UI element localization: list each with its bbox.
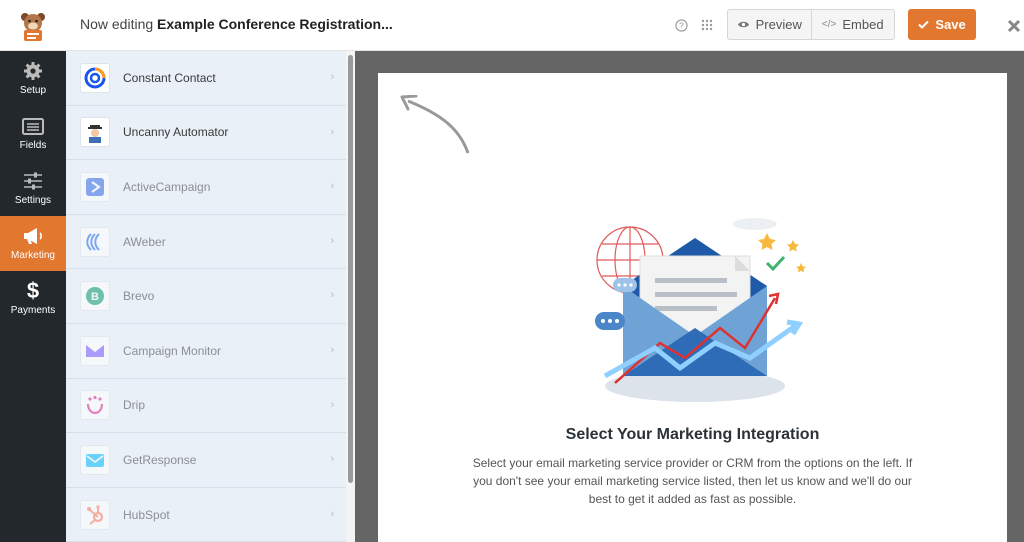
- provider-label: GetResponse: [123, 452, 197, 467]
- provider-item[interactable]: Drip ›: [66, 379, 346, 434]
- nav-fields-label: Fields: [19, 140, 47, 151]
- eye-icon: [737, 17, 750, 32]
- constant-contact-icon: [80, 62, 110, 93]
- nav-setup[interactable]: Setup: [0, 51, 66, 106]
- provider-item[interactable]: ActiveCampaign ›: [66, 160, 346, 215]
- preview-embed-group: Preview </> Embed: [727, 9, 895, 40]
- nav-setup-label: Setup: [19, 85, 47, 96]
- provider-item[interactable]: Constant Contact ›: [66, 51, 346, 106]
- svg-text:?: ?: [679, 20, 684, 30]
- integration-title: Select Your Marketing Integration: [565, 426, 820, 443]
- sliders-icon: [23, 171, 43, 191]
- marketing-illustration: [575, 208, 815, 413]
- main-canvas: Select Your Marketing Integration Select…: [355, 51, 1024, 542]
- provider-item[interactable]: Campaign Monitor ›: [66, 324, 346, 379]
- chevron-right-icon: ›: [330, 125, 334, 138]
- editing-title: Now editing Example Conference Registrat…: [80, 16, 393, 32]
- provider-label: ActiveCampaign: [123, 179, 211, 194]
- editing-prefix: Now editing: [80, 16, 154, 32]
- nav-payments[interactable]: $ Payments: [0, 271, 66, 326]
- nav-settings-label: Settings: [14, 195, 52, 206]
- nav-fields[interactable]: Fields: [0, 106, 66, 161]
- megaphone-icon: [22, 226, 44, 246]
- save-button[interactable]: Save: [908, 9, 976, 40]
- wpforms-logo: [0, 0, 66, 51]
- check-icon: [918, 17, 930, 32]
- activecampaign-icon: [80, 171, 110, 202]
- provider-item[interactable]: AWeber ›: [66, 215, 346, 270]
- chevron-right-icon: ›: [330, 234, 334, 247]
- provider-item[interactable]: Uncanny Automator ›: [66, 106, 346, 161]
- dollar-icon: $: [26, 278, 40, 303]
- embed-button[interactable]: </> Embed: [810, 10, 895, 39]
- hubspot-icon: [80, 499, 110, 530]
- provider-item[interactable]: HubSpot ›: [66, 488, 346, 542]
- chevron-right-icon: ›: [330, 289, 334, 302]
- chevron-right-icon: ›: [330, 453, 334, 466]
- provider-label: Brevo: [123, 289, 155, 304]
- integration-card: Select Your Marketing Integration Select…: [378, 73, 1007, 542]
- gear-icon: [23, 61, 43, 81]
- embed-label: Embed: [842, 17, 884, 32]
- provider-label: Drip: [123, 398, 146, 413]
- save-label: Save: [935, 17, 966, 32]
- provider-item[interactable]: GetResponse ›: [66, 433, 346, 488]
- scrollbar-thumb[interactable]: [348, 55, 353, 483]
- provider-label: HubSpot: [123, 507, 170, 522]
- builder-sidebar: Setup Fields Settings Marketing $ Paymen…: [0, 51, 66, 542]
- integration-description: Select your email marketing service prov…: [472, 456, 913, 506]
- help-icon[interactable]: ?: [672, 16, 690, 34]
- nav-marketing-label: Marketing: [11, 250, 55, 261]
- brevo-icon: B: [80, 281, 110, 312]
- getresponse-icon: [80, 444, 110, 475]
- chevron-right-icon: ›: [330, 398, 334, 411]
- chevron-right-icon: ›: [330, 71, 334, 83]
- chevron-right-icon: ›: [330, 180, 334, 193]
- preview-label: Preview: [755, 17, 802, 32]
- chevron-right-icon: ›: [330, 507, 334, 520]
- chevron-right-icon: ›: [330, 343, 334, 356]
- curved-arrow-icon: [398, 94, 473, 162]
- aweber-icon: [80, 226, 110, 257]
- form-name: Example Conference Registration...: [157, 16, 393, 32]
- nav-marketing[interactable]: Marketing: [0, 216, 66, 271]
- fields-icon: [22, 116, 44, 136]
- svg-text:B: B: [91, 291, 99, 303]
- provider-label: Campaign Monitor: [123, 343, 222, 358]
- nav-settings[interactable]: Settings: [0, 161, 66, 216]
- grid-icon[interactable]: [698, 16, 716, 34]
- drip-icon: [80, 390, 110, 421]
- provider-item[interactable]: B Brevo ›: [66, 269, 346, 324]
- provider-list: Constant Contact › Uncanny Automator › A…: [66, 51, 346, 542]
- code-icon: </>: [821, 19, 837, 30]
- provider-label: Constant Contact: [123, 70, 216, 85]
- nav-payments-label: Payments: [10, 305, 56, 316]
- uncanny-automator-icon: [80, 117, 110, 148]
- campaign-monitor-icon: [80, 335, 110, 366]
- provider-label: Uncanny Automator: [123, 125, 229, 140]
- close-icon[interactable]: [1003, 15, 1024, 37]
- provider-label: AWeber: [123, 234, 166, 249]
- top-bar: Now editing Example Conference Registrat…: [0, 0, 1024, 51]
- preview-button[interactable]: Preview: [728, 10, 811, 39]
